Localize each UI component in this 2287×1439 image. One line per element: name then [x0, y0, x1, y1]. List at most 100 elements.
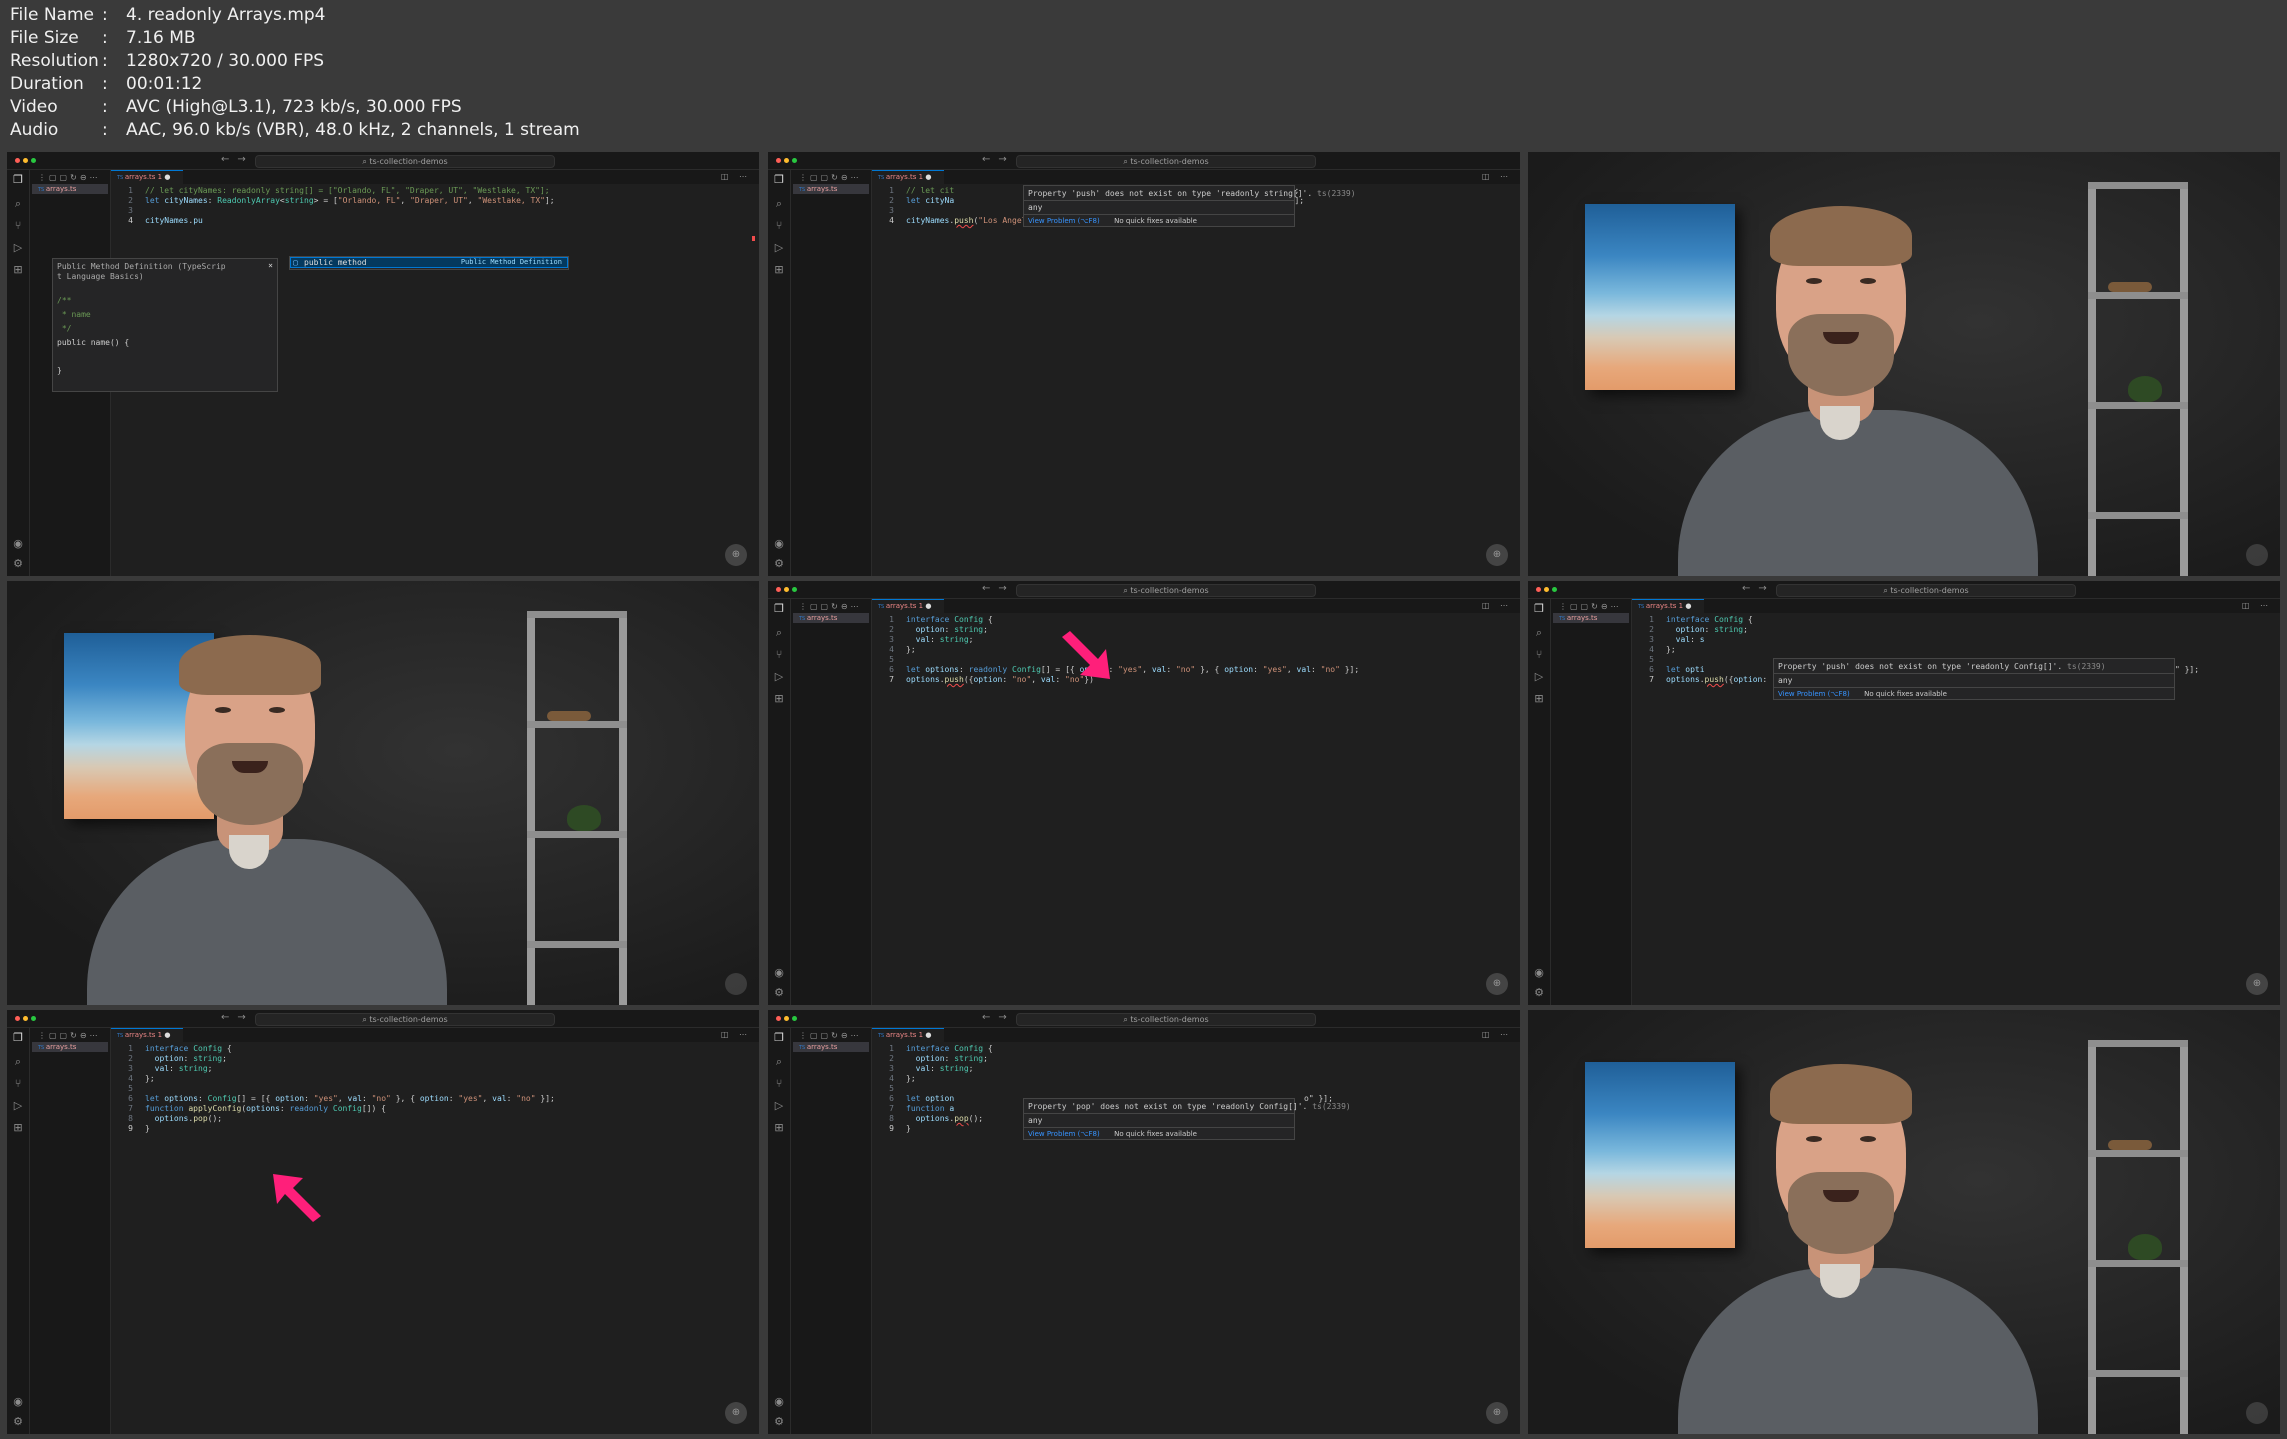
run-debug-icon[interactable]: ▷ [12, 242, 24, 254]
gear-icon[interactable]: ⚙ [773, 1416, 785, 1428]
code-line[interactable]: 2 option: string; [872, 625, 1516, 635]
tab-arrays-ts[interactable]: TS arrays.ts 1 ● [872, 170, 944, 184]
copilot-icon[interactable]: ⊕ [1486, 544, 1508, 566]
close-window-icon[interactable] [1536, 587, 1541, 592]
code-line[interactable]: 4}; [872, 645, 1516, 655]
copilot-icon[interactable]: ⊕ [725, 1402, 747, 1424]
copilot-icon[interactable]: ⊕ [2246, 973, 2268, 995]
code-line[interactable]: 3 val: string; [872, 635, 1516, 645]
tab-arrays-ts[interactable]: TS arrays.ts 1 ● [111, 1028, 183, 1042]
minimize-window-icon[interactable] [784, 587, 789, 592]
command-center[interactable]: ⌕ ts-collection-demos [1016, 155, 1316, 168]
source-control-icon[interactable]: ⑂ [773, 220, 785, 232]
close-window-icon[interactable] [776, 1016, 781, 1021]
command-center[interactable]: ⌕ ts-collection-demos [1016, 1013, 1316, 1026]
code-line[interactable]: 2 option: string; [1632, 625, 2276, 635]
explorer-file-item[interactable]: TS arrays.ts [1553, 613, 1629, 623]
explorer-toolbar-icon[interactable]: ⋮▢▢↻⊖⋯ [799, 1031, 862, 1040]
window-controls[interactable] [776, 587, 797, 592]
code-line[interactable]: 6 let options: readonly Config[] = [{ opt… [872, 665, 1516, 675]
account-icon[interactable]: ◉ [773, 967, 785, 979]
maximize-window-icon[interactable] [792, 1016, 797, 1021]
code-line[interactable]: 5 [872, 1084, 1516, 1094]
split-editor-icon[interactable]: ◫ ⋯ [721, 1030, 751, 1039]
split-editor-icon[interactable]: ◫ ⋯ [1482, 601, 1512, 610]
nav-arrows-icon[interactable]: ←→ [1742, 583, 1775, 594]
code-line[interactable]: 5 [111, 1084, 755, 1094]
play-icon[interactable] [2246, 1402, 2268, 1424]
close-window-icon[interactable] [15, 158, 20, 163]
extensions-icon[interactable]: ⊞ [1533, 693, 1545, 705]
view-problem-link[interactable]: View Problem (⌥F8) [1778, 690, 1850, 698]
minimize-window-icon[interactable] [784, 158, 789, 163]
window-controls[interactable] [15, 158, 36, 163]
split-editor-icon[interactable]: ◫ ⋯ [2242, 601, 2272, 610]
extensions-icon[interactable]: ⊞ [12, 1122, 24, 1134]
nav-arrows-icon[interactable]: ←→ [221, 1012, 254, 1023]
nav-arrows-icon[interactable]: ←→ [982, 1012, 1015, 1023]
search-icon[interactable]: ⌕ [773, 198, 785, 210]
maximize-window-icon[interactable] [792, 158, 797, 163]
run-debug-icon[interactable]: ▷ [1533, 671, 1545, 683]
explorer-toolbar-icon[interactable]: ⋮▢▢↻⊖⋯ [799, 602, 862, 611]
search-icon[interactable]: ⌕ [773, 1056, 785, 1068]
explorer-file-item[interactable]: TS arrays.ts [32, 1042, 108, 1052]
code-line[interactable]: 3 val: s [1632, 635, 2276, 645]
gear-icon[interactable]: ⚙ [12, 558, 24, 570]
play-icon[interactable] [725, 973, 747, 995]
gear-icon[interactable]: ⚙ [1533, 987, 1545, 999]
minimize-window-icon[interactable] [23, 158, 28, 163]
code-line[interactable]: 1 interface Config { [872, 1044, 1516, 1054]
code-line[interactable]: 2 option: string; [111, 1054, 755, 1064]
account-icon[interactable]: ◉ [12, 1396, 24, 1408]
maximize-window-icon[interactable] [1552, 587, 1557, 592]
view-problem-link[interactable]: View Problem (⌥F8) [1028, 1130, 1100, 1138]
search-icon[interactable]: ⌕ [12, 198, 24, 210]
copilot-icon[interactable]: ⊕ [1486, 973, 1508, 995]
autocomplete-suggest-widget[interactable]: ▢ public method Public Method Definition [289, 256, 569, 270]
code-line[interactable]: 1 interface Config { [111, 1044, 755, 1054]
explorer-file-item[interactable]: TS arrays.ts [793, 613, 869, 623]
source-control-icon[interactable]: ⑂ [12, 220, 24, 232]
code-line[interactable]: 4}; [1632, 645, 2276, 655]
explorer-toolbar-icon[interactable]: ⋮▢▢↻⊖⋯ [38, 173, 101, 182]
split-editor-icon[interactable]: ◫ ⋯ [1482, 1030, 1512, 1039]
extensions-icon[interactable]: ⊞ [773, 1122, 785, 1134]
extensions-icon[interactable]: ⊞ [12, 264, 24, 276]
extensions-icon[interactable]: ⊞ [773, 693, 785, 705]
window-controls[interactable] [776, 158, 797, 163]
explorer-icon[interactable]: ❐ [773, 1032, 785, 1044]
code-line[interactable]: 7 function applyConfig(options: readonly … [111, 1104, 755, 1114]
source-control-icon[interactable]: ⑂ [12, 1078, 24, 1090]
run-debug-icon[interactable]: ▷ [773, 1100, 785, 1112]
close-window-icon[interactable] [776, 158, 781, 163]
explorer-icon[interactable]: ❐ [1533, 603, 1545, 615]
search-icon[interactable]: ⌕ [12, 1056, 24, 1068]
code-line[interactable]: 5 [872, 655, 1516, 665]
explorer-icon[interactable]: ❐ [773, 174, 785, 186]
code-editor[interactable]: 1 interface Config {2 option: string; 3 va… [872, 615, 1516, 1005]
nav-arrows-icon[interactable]: ←→ [982, 583, 1015, 594]
explorer-toolbar-icon[interactable]: ⋮▢▢↻⊖⋯ [799, 173, 862, 182]
explorer-file-item[interactable]: TS arrays.ts [793, 184, 869, 194]
account-icon[interactable]: ◉ [1533, 967, 1545, 979]
explorer-file-item[interactable]: TS arrays.ts [32, 184, 108, 194]
code-line[interactable]: 3 val: string; [111, 1064, 755, 1074]
tab-arrays-ts[interactable]: TS arrays.ts 1 ● [1632, 599, 1704, 613]
play-icon[interactable] [2246, 544, 2268, 566]
minimize-window-icon[interactable] [784, 1016, 789, 1021]
split-editor-icon[interactable]: ◫ ⋯ [1482, 172, 1512, 181]
window-controls[interactable] [1536, 587, 1557, 592]
command-center[interactable]: ⌕ ts-collection-demos [1776, 584, 2076, 597]
source-control-icon[interactable]: ⑂ [773, 1078, 785, 1090]
source-control-icon[interactable]: ⑂ [773, 649, 785, 661]
code-line[interactable]: 4}; [872, 1074, 1516, 1084]
run-debug-icon[interactable]: ▷ [12, 1100, 24, 1112]
minimize-window-icon[interactable] [23, 1016, 28, 1021]
code-line[interactable]: 3 [111, 206, 755, 216]
code-line[interactable]: 2 option: string; [872, 1054, 1516, 1064]
nav-arrows-icon[interactable]: ←→ [221, 154, 254, 165]
account-icon[interactable]: ◉ [773, 538, 785, 550]
search-icon[interactable]: ⌕ [773, 627, 785, 639]
explorer-toolbar-icon[interactable]: ⋮▢▢↻⊖⋯ [38, 1031, 101, 1040]
